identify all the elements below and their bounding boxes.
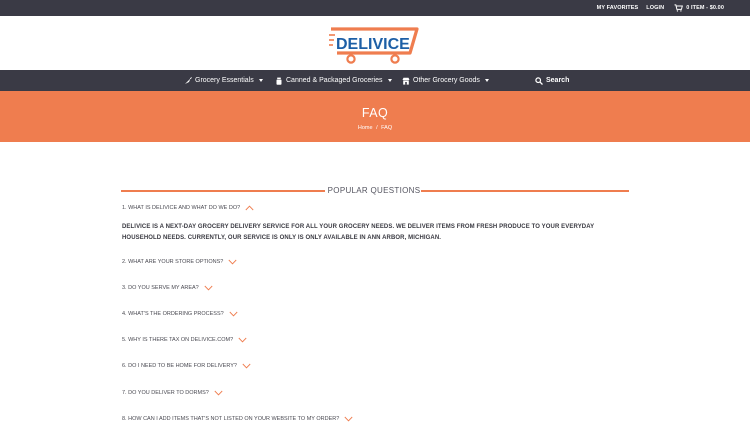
chevron-down-icon — [238, 337, 247, 343]
page-title: FAQ — [361, 106, 389, 120]
section-title: POPULAR QUESTIONS — [327, 186, 421, 195]
breadcrumb-home[interactable]: Home — [358, 125, 373, 131]
nav-other-grocery[interactable]: Other Grocery Goods — [402, 70, 489, 91]
question-text: 4. WHAT'S THE ORDERING PROCESS? — [122, 311, 224, 317]
question-text: 1. WHAT IS DELIVICE AND WHAT DO WE DO? — [122, 205, 241, 211]
faq-question-1[interactable]: 1. WHAT IS DELIVICE AND WHAT DO WE DO? — [122, 203, 254, 213]
chevron-down-icon — [229, 311, 238, 317]
logo-wordmark: DELIVICE — [336, 36, 410, 53]
chevron-down-icon — [204, 285, 213, 291]
breadcrumb: Home / FAQ — [0, 125, 750, 131]
cart-summary: 0 ITEM - $0.00 — [686, 5, 724, 11]
question-text: 8. HOW CAN I ADD ITEMS THAT'S NOT LISTED… — [122, 416, 340, 422]
question-text: 3. DO YOU SERVE MY AREA? — [122, 285, 199, 291]
search-label: Search — [546, 77, 570, 84]
login-link[interactable]: LOGIN — [646, 5, 664, 11]
faq-question-4[interactable]: 4. WHAT'S THE ORDERING PROCESS? — [122, 309, 238, 319]
carrot-icon — [185, 76, 192, 84]
chevron-down-icon — [258, 79, 263, 82]
faq-answer-1: DELIVICE IS A NEXT-DAY GROCERY DELIVERY … — [122, 224, 595, 241]
faq-question-3[interactable]: 3. DO YOU SERVE MY AREA? — [122, 283, 213, 293]
heading-rule-right — [421, 190, 629, 192]
breadcrumb-current: FAQ — [381, 125, 393, 131]
question-text: 5. WHY IS THERE TAX ON DELIVICE.COM? — [122, 337, 234, 343]
question-text: 6. DO I NEED TO BE HOME FOR DELIVERY? — [122, 363, 237, 369]
chevron-down-icon — [344, 416, 353, 422]
chevron-down-icon — [242, 363, 251, 369]
nav-canned-packaged[interactable]: Canned & Packaged Groceries — [275, 70, 392, 91]
faq-question-5[interactable]: 5. WHY IS THERE TAX ON DELIVICE.COM? — [122, 335, 247, 345]
chevron-down-icon — [484, 79, 489, 82]
main-nav: Grocery Essentials Canned & Packaged Gro… — [0, 70, 750, 91]
nav-search[interactable]: Search — [535, 70, 569, 91]
nav-label: Canned & Packaged Groceries — [286, 77, 383, 84]
cart-link[interactable]: 0 ITEM - $0.00 — [674, 4, 724, 12]
top-bar: MY FAVORITES LOGIN 0 ITEM - $0.00 — [0, 0, 750, 16]
storefront-icon — [402, 77, 410, 85]
chevron-down-icon — [214, 390, 223, 396]
jar-icon — [276, 77, 282, 85]
site-header: DELIVICE — [0, 16, 750, 70]
search-icon — [535, 76, 543, 85]
popular-questions-heading: POPULAR QUESTIONS — [121, 185, 629, 197]
faq-question-2[interactable]: 2. WHAT ARE YOUR STORE OPTIONS? — [122, 257, 237, 267]
chevron-down-icon — [228, 259, 237, 265]
nav-grocery-essentials[interactable]: Grocery Essentials — [184, 70, 263, 91]
chevron-down-icon — [387, 79, 392, 82]
delivice-logo[interactable]: DELIVICE — [329, 23, 421, 65]
chevron-up-icon — [245, 205, 254, 211]
cart-icon — [674, 4, 684, 12]
nav-label: Grocery Essentials — [195, 77, 254, 84]
faq-question-8[interactable]: 8. HOW CAN I ADD ITEMS THAT'S NOT LISTED… — [122, 414, 353, 424]
page-banner: FAQ Home / FAQ — [0, 91, 750, 142]
faq-question-6[interactable]: 6. DO I NEED TO BE HOME FOR DELIVERY? — [122, 361, 251, 371]
faq-question-7[interactable]: 7. DO YOU DELIVER TO DORMS? — [122, 388, 223, 398]
top-links: MY FAVORITES LOGIN 0 ITEM - $0.00 — [597, 0, 724, 16]
heading-rule-left — [121, 190, 325, 192]
question-text: 2. WHAT ARE YOUR STORE OPTIONS? — [122, 259, 224, 265]
my-favorites-link[interactable]: MY FAVORITES — [597, 5, 639, 11]
question-text: 7. DO YOU DELIVER TO DORMS? — [122, 390, 209, 396]
breadcrumb-separator: / — [376, 125, 378, 131]
nav-label: Other Grocery Goods — [413, 77, 480, 84]
